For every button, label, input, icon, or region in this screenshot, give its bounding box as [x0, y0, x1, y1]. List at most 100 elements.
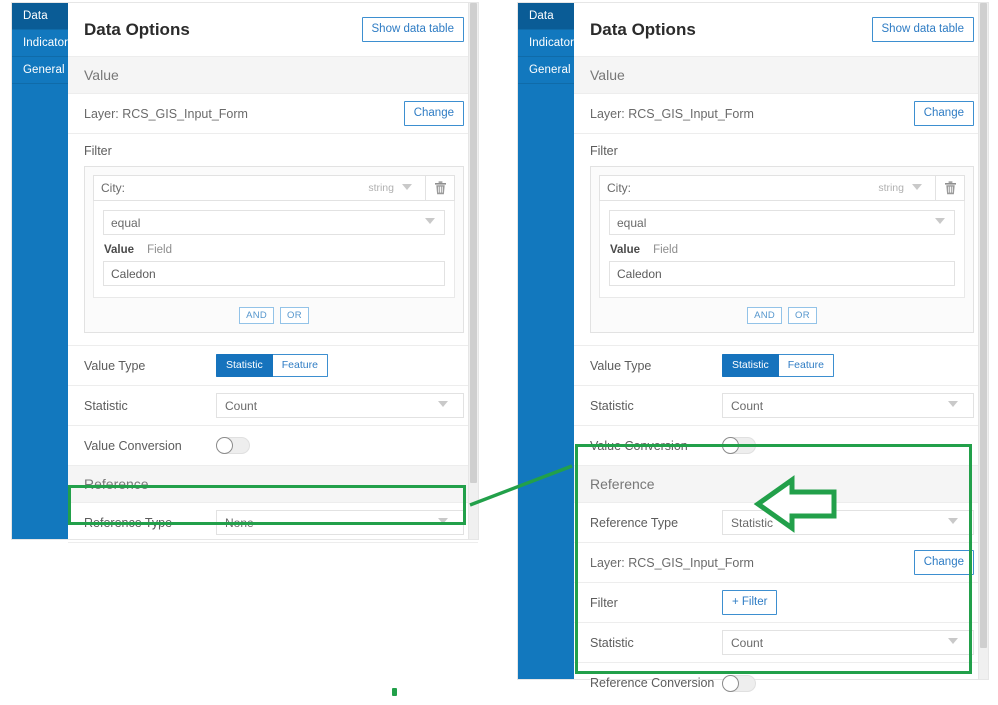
chevron-down-icon [948, 517, 959, 528]
right-panel-scroll-thumb[interactable] [980, 3, 987, 648]
reference-conversion-label: Reference Conversion [590, 676, 715, 690]
reference-section-heading: Reference [574, 466, 988, 503]
delete-filter-button[interactable] [935, 176, 964, 200]
value-type-feature-option[interactable]: Feature [778, 353, 834, 378]
trash-icon [944, 181, 956, 195]
statistic-label: Statistic [590, 398, 634, 413]
chevron-down-icon[interactable] [912, 183, 923, 194]
value-type-row: Value Type Statistic Feature [68, 346, 478, 386]
page-title: Data Options [590, 19, 696, 39]
reference-statistic-select[interactable]: Count [722, 630, 974, 655]
reference-type-select[interactable]: Statistic [722, 510, 974, 535]
left-panel-scroll-thumb[interactable] [470, 3, 477, 483]
filter-value-field-tabs: Value Field [104, 244, 445, 256]
filter-body: equal Value Field Caledon [599, 201, 965, 298]
filter-block: Filter City: string equal Value Field Ca… [68, 134, 478, 346]
value-type-segmented-control: Statistic Feature [722, 353, 834, 378]
reference-layer-row: Layer: RCS_GIS_Input_Form Change [574, 543, 988, 583]
show-data-table-button[interactable]: Show data table [361, 17, 464, 42]
filter-value-field-tabs: Value Field [610, 244, 955, 256]
filter-header-row: City: string [93, 175, 455, 201]
reference-type-label: Reference Type [84, 515, 173, 530]
value-type-statistic-option[interactable]: Statistic [216, 353, 273, 378]
tab-value[interactable]: Value [104, 244, 134, 256]
filter-block: Filter City: string equal Value Field Ca… [574, 134, 988, 346]
add-filter-button[interactable]: + Filter [722, 590, 778, 615]
filter-field-type-label: string [878, 182, 904, 194]
filter-header-row: City: string [599, 175, 965, 201]
chevron-down-icon[interactable] [402, 183, 413, 194]
statistic-row: Statistic Count [574, 386, 988, 426]
toggle-knob [722, 674, 739, 692]
delete-filter-button[interactable] [425, 176, 454, 200]
filter-operator-value: equal [617, 215, 647, 230]
reference-filter-row: Filter + Filter [574, 583, 988, 623]
reference-conversion-toggle[interactable] [722, 674, 756, 692]
show-data-table-button[interactable]: Show data table [871, 17, 974, 42]
layer-label: Layer: RCS_GIS_Input_Form [590, 106, 754, 121]
left-panel-tab-rail: Data Indicator General [12, 3, 68, 539]
change-layer-button[interactable]: Change [403, 101, 464, 126]
filter-field-name[interactable]: City: [600, 176, 878, 200]
filter-field-name[interactable]: City: [94, 176, 368, 200]
chevron-down-icon [438, 400, 449, 411]
tab-field[interactable]: Field [653, 244, 678, 256]
left-panel: Data Indicator General Data Options Show… [12, 3, 478, 543]
value-conversion-toggle[interactable] [216, 437, 250, 454]
sidebar-item-indicator[interactable]: Indicator [518, 30, 574, 57]
value-conversion-toggle[interactable] [722, 437, 756, 454]
value-type-feature-option[interactable]: Feature [272, 353, 328, 378]
change-layer-button[interactable]: Change [913, 101, 974, 126]
reference-filter-label: Filter [590, 595, 618, 610]
left-panel-scrollbar[interactable] [468, 3, 478, 539]
filter-logic-buttons: AND OR [93, 307, 455, 324]
filter-operator-select[interactable]: equal [103, 210, 445, 235]
filter-field-type: string [878, 176, 935, 200]
filter-field-type: string [368, 176, 425, 200]
value-type-row: Value Type Statistic Feature [574, 346, 988, 386]
trash-icon [434, 181, 446, 195]
left-layer-row: Layer: RCS_GIS_Input_Form Change [68, 94, 478, 134]
right-layer-row: Layer: RCS_GIS_Input_Form Change [574, 94, 988, 134]
right-panel-content: Data Options Show data table Value Layer… [574, 3, 988, 692]
layer-label: Layer: RCS_GIS_Input_Form [84, 106, 248, 121]
reference-type-value: None [225, 515, 254, 530]
sidebar-item-indicator[interactable]: Indicator [12, 30, 68, 57]
filter-value-input[interactable]: Caledon [103, 261, 445, 286]
chevron-down-icon [438, 517, 449, 528]
sidebar-item-data[interactable]: Data [12, 3, 68, 30]
filter-operator-select[interactable]: equal [609, 210, 955, 235]
reference-type-label: Reference Type [590, 515, 679, 530]
filter-card: City: string equal Value Field Caledon A… [84, 166, 464, 333]
or-button[interactable]: OR [788, 307, 817, 324]
sidebar-item-general[interactable]: General [12, 57, 68, 84]
reference-statistic-value: Count [731, 635, 764, 650]
filter-operator-value: equal [111, 215, 141, 230]
statistic-value: Count [731, 398, 764, 413]
and-button[interactable]: AND [747, 307, 783, 324]
tab-field[interactable]: Field [147, 244, 172, 256]
right-panel: Data Indicator General Data Options Show… [518, 3, 988, 692]
filter-value-input[interactable]: Caledon [609, 261, 955, 286]
reference-conversion-row: Reference Conversion [574, 663, 988, 703]
reference-type-row: Reference Type None [68, 503, 478, 543]
reference-layer-label: Layer: RCS_GIS_Input_Form [590, 555, 754, 570]
value-section-heading: Value [574, 57, 988, 94]
sidebar-item-general[interactable]: General [518, 57, 574, 84]
toggle-knob [722, 437, 739, 454]
reference-type-select[interactable]: None [216, 510, 464, 535]
reference-change-layer-button[interactable]: Change [913, 550, 974, 575]
or-button[interactable]: OR [280, 307, 309, 324]
statistic-label: Statistic [84, 398, 128, 413]
statistic-select[interactable]: Count [216, 393, 464, 418]
sidebar-item-data[interactable]: Data [518, 3, 574, 30]
tab-value[interactable]: Value [610, 244, 640, 256]
value-type-label: Value Type [84, 358, 146, 373]
and-button[interactable]: AND [239, 307, 275, 324]
statistic-select[interactable]: Count [722, 393, 974, 418]
value-conversion-label: Value Conversion [84, 438, 182, 453]
filter-card: City: string equal Value Field Caledon A… [590, 166, 974, 333]
reference-type-row: Reference Type Statistic [574, 503, 988, 543]
right-panel-scrollbar[interactable] [978, 3, 988, 679]
value-type-statistic-option[interactable]: Statistic [722, 353, 779, 378]
